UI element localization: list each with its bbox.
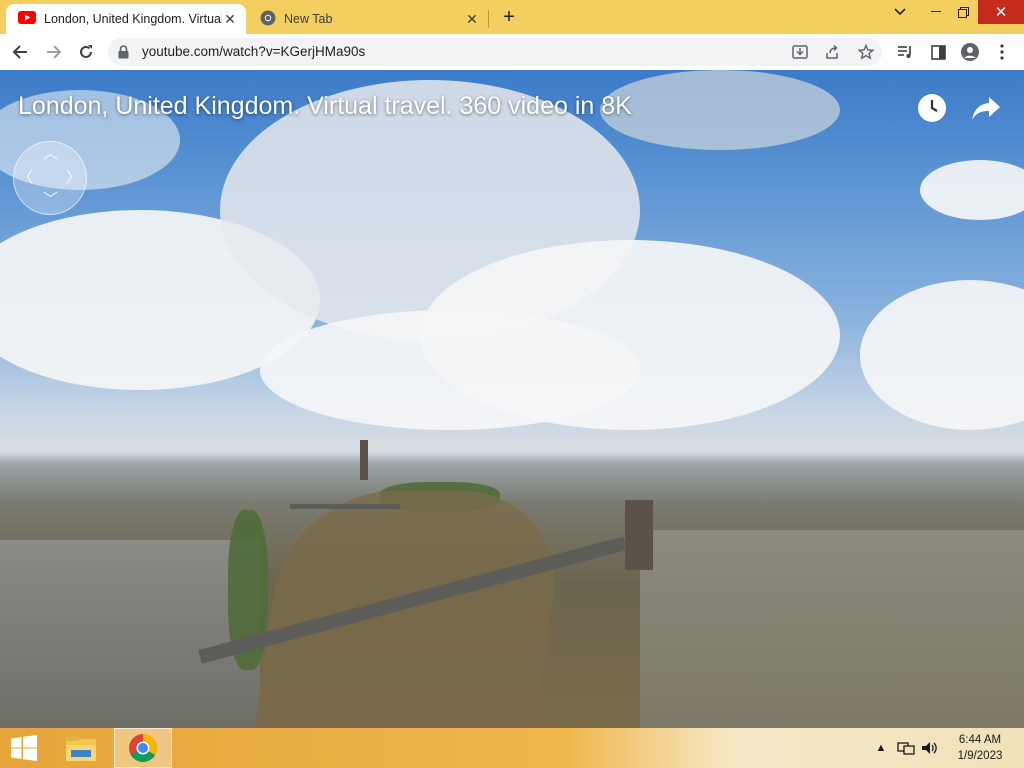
volume-icon[interactable] bbox=[920, 738, 940, 758]
browser-toolbar: youtube.com/watch?v=KGerjHMa90s bbox=[0, 34, 1024, 71]
forward-button[interactable] bbox=[42, 40, 66, 64]
clock-date: 1/9/2023 bbox=[957, 750, 1003, 762]
youtube-icon bbox=[18, 11, 36, 27]
pan-left-icon[interactable]: 〈 bbox=[18, 166, 33, 187]
tab-strip: London, United Kingdom. Virtual travel. … bbox=[0, 0, 1024, 34]
chrome-taskbar-button[interactable] bbox=[114, 728, 172, 768]
tab-title: New Tab bbox=[284, 12, 333, 26]
new-tab-button[interactable]: + bbox=[498, 6, 520, 28]
close-window-button[interactable]: ✕ bbox=[978, 0, 1024, 24]
back-button[interactable] bbox=[8, 40, 32, 64]
side-panel-icon[interactable] bbox=[928, 42, 948, 62]
media-control-icon[interactable] bbox=[895, 42, 915, 62]
share-page-icon[interactable] bbox=[822, 43, 842, 61]
windows-start-icon[interactable] bbox=[0, 728, 48, 768]
pan-down-icon[interactable]: ﹀ bbox=[43, 188, 58, 209]
cloud bbox=[600, 70, 840, 150]
lock-icon[interactable] bbox=[118, 45, 129, 64]
video-title[interactable]: London, United Kingdom. Virtual travel. … bbox=[18, 92, 632, 121]
restore-button[interactable] bbox=[950, 0, 976, 24]
tab-new-tab[interactable]: New Tab ✕ bbox=[250, 4, 488, 34]
watch-later-icon[interactable] bbox=[916, 92, 948, 124]
far-bridge bbox=[290, 504, 400, 509]
pan-right-icon[interactable]: 〉 bbox=[66, 166, 81, 187]
minimize-button[interactable] bbox=[922, 0, 950, 24]
taskbar-clock[interactable]: 6:44 AM 1/9/2023 bbox=[944, 732, 1016, 764]
tab-youtube[interactable]: London, United Kingdom. Virtual travel. … bbox=[6, 4, 246, 34]
pan-up-icon[interactable]: ︿ bbox=[43, 142, 58, 163]
river-thames bbox=[251, 490, 569, 728]
menu-kebab-icon[interactable] bbox=[992, 42, 1012, 62]
address-bar[interactable]: youtube.com/watch?v=KGerjHMa90s bbox=[108, 38, 882, 66]
tab-title: London, United Kingdom. Virtual travel. … bbox=[44, 12, 222, 26]
chrome-icon bbox=[129, 734, 157, 762]
tab-close-icon[interactable]: ✕ bbox=[222, 11, 238, 27]
cloud bbox=[860, 280, 1024, 430]
show-hidden-icons-icon[interactable]: ▲ bbox=[874, 738, 888, 758]
tab-search-chevron-icon[interactable] bbox=[886, 0, 914, 24]
clock-time: 6:44 AM bbox=[958, 734, 1002, 746]
video-player-360[interactable]: ︿ ﹀ 〈 〉 bbox=[0, 70, 1024, 728]
tab-divider bbox=[488, 10, 489, 28]
profile-avatar-icon[interactable] bbox=[960, 42, 980, 62]
city-buildings-right bbox=[640, 530, 1024, 728]
install-app-icon[interactable] bbox=[790, 43, 810, 61]
cloud bbox=[920, 160, 1024, 220]
share-icon[interactable] bbox=[970, 92, 1002, 124]
tower-building bbox=[360, 440, 368, 480]
chrome-icon bbox=[260, 10, 276, 29]
file-explorer-icon[interactable] bbox=[58, 728, 104, 768]
pan-control[interactable]: ︿ ﹀ 〈 〉 bbox=[13, 141, 87, 215]
network-icon[interactable] bbox=[896, 738, 916, 758]
windows-taskbar: ▲ 6:44 AM 1/9/2023 bbox=[0, 728, 1024, 768]
bookmark-star-icon[interactable] bbox=[856, 43, 876, 61]
city-buildings-left bbox=[0, 540, 260, 728]
big-ben-tower bbox=[625, 500, 653, 570]
tab-close-icon[interactable]: ✕ bbox=[464, 11, 480, 27]
cloud bbox=[260, 310, 640, 430]
reload-button[interactable] bbox=[74, 40, 98, 64]
url-text[interactable]: youtube.com/watch?v=KGerjHMa90s bbox=[142, 44, 365, 59]
